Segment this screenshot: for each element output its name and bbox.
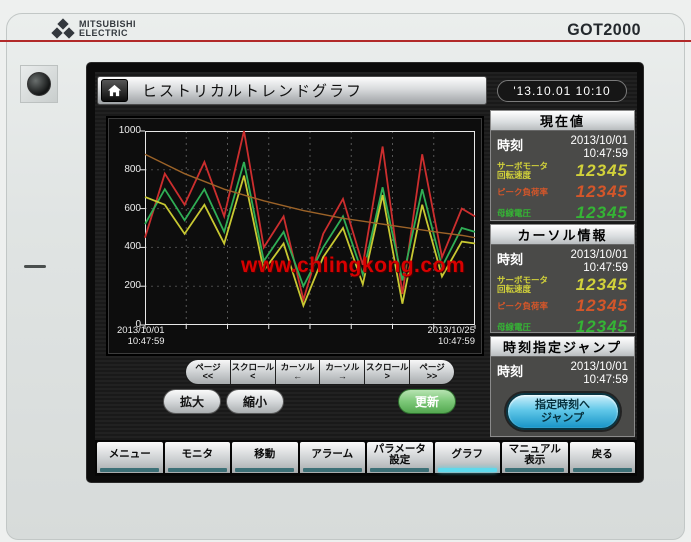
refresh-button[interactable]: 更新 bbox=[398, 389, 456, 414]
value-row: ピーク負荷率 12345 bbox=[497, 296, 628, 316]
y-tick-label: 1000 bbox=[111, 125, 141, 136]
zoom-out-button[interactable]: 縮小 bbox=[226, 389, 284, 414]
three-diamond-icon bbox=[52, 19, 74, 39]
time-value: 2013/10/0110:47:59 bbox=[570, 249, 628, 274]
current-value-panel: 現在値 時刻 2013/10/0110:47:59 サーボモータ回転速度 123… bbox=[490, 110, 635, 221]
x-axis-end-label: 2013/10/2510:47:59 bbox=[427, 326, 475, 348]
scroll-forward-button[interactable]: スクロール> bbox=[365, 360, 410, 384]
jump-to-time-button[interactable]: 指定時刻へ ジャンプ bbox=[506, 393, 620, 430]
brand-line2: ELECTRIC bbox=[79, 29, 136, 38]
y-tick-label: 400 bbox=[111, 241, 141, 252]
menu-button-manual-display[interactable]: マニュアル表示 bbox=[502, 442, 568, 473]
panel-header: カーソル情報 bbox=[491, 225, 634, 245]
bezel-accent-line bbox=[0, 40, 691, 42]
front-sensor-frame bbox=[20, 65, 58, 103]
time-jump-panel: 時刻指定ジャンプ 時刻 2013/10/0110:47:59 指定時刻へ ジャン… bbox=[490, 336, 635, 437]
cursor-info-panel: カーソル情報 時刻 2013/10/0110:47:59 サーボモータ回転速度 … bbox=[490, 224, 635, 333]
cursor-right-button[interactable]: カーソル→ bbox=[320, 360, 365, 384]
system-clock: '13.10.01 10:10 bbox=[497, 80, 627, 102]
time-label: 時刻 bbox=[497, 135, 523, 154]
bottom-menu-bar: メニュー モニタ 移動 アラーム パラメータ設定 グラフ マニュアル表示 戻る bbox=[95, 440, 637, 476]
time-value: 2013/10/0110:47:59 bbox=[570, 135, 628, 160]
menu-button-move[interactable]: 移動 bbox=[232, 442, 298, 473]
scroll-back-button[interactable]: スクロール< bbox=[231, 360, 276, 384]
value-row: 母線電圧 12345 bbox=[497, 203, 628, 223]
time-label: 時刻 bbox=[497, 249, 523, 268]
watermark-text: www.chlingkong.com bbox=[241, 254, 465, 278]
time-value: 2013/10/0110:47:59 bbox=[570, 361, 628, 386]
menu-button-menu[interactable]: メニュー bbox=[97, 442, 163, 473]
value-row: ピーク負荷率 12345 bbox=[497, 182, 628, 202]
mitsubishi-logo: MITSUBISHI ELECTRIC bbox=[52, 19, 136, 39]
cursor-left-button[interactable]: カーソル← bbox=[276, 360, 321, 384]
y-tick-label: 600 bbox=[111, 203, 141, 214]
x-axis-start-label: 2013/10/0110:47:59 bbox=[117, 326, 165, 348]
page-title: ヒストリカルトレンドグラフ bbox=[142, 80, 363, 101]
value-row: サーボモータ回転速度 12345 bbox=[497, 161, 628, 181]
front-sensor-button bbox=[27, 72, 51, 96]
panel-header: 時刻指定ジャンプ bbox=[491, 337, 634, 357]
trend-chart: 02004006008001000 2013/10/0110:47:59 201… bbox=[108, 118, 482, 354]
menu-button-graph[interactable]: グラフ bbox=[435, 442, 501, 473]
y-tick-label: 200 bbox=[111, 280, 141, 291]
zoom-in-button[interactable]: 拡大 bbox=[163, 389, 221, 414]
menu-button-back[interactable]: 戻る bbox=[570, 442, 636, 473]
got2000-device: MITSUBISHI ELECTRIC GOT2000 ヒストリカルトレンドグラ… bbox=[0, 0, 691, 542]
home-icon bbox=[107, 84, 122, 97]
home-button[interactable] bbox=[101, 79, 128, 102]
panel-header: 現在値 bbox=[491, 111, 634, 131]
title-bar: ヒストリカルトレンドグラフ bbox=[97, 76, 487, 105]
time-label: 時刻 bbox=[497, 361, 523, 380]
trend-chart-svg bbox=[109, 119, 483, 355]
page-back-button[interactable]: ページ<< bbox=[186, 360, 231, 384]
hmi-display: ヒストリカルトレンドグラフ '13.10.01 10:10 0200400600… bbox=[95, 72, 637, 476]
menu-button-parameter-setting[interactable]: パラメータ設定 bbox=[367, 442, 433, 473]
menu-button-alarm[interactable]: アラーム bbox=[300, 442, 366, 473]
value-row: サーボモータ回転速度 12345 bbox=[497, 275, 628, 295]
trend-nav-buttons: ページ<< スクロール< カーソル← カーソル→ スクロール> ページ>> bbox=[185, 359, 455, 385]
page-forward-button[interactable]: ページ>> bbox=[410, 360, 454, 384]
value-row: 母線電圧 12345 bbox=[497, 317, 628, 337]
y-tick-label: 800 bbox=[111, 164, 141, 175]
menu-button-monitor[interactable]: モニタ bbox=[165, 442, 231, 473]
got2000-logo: GOT2000 bbox=[567, 22, 641, 41]
bezel-marking bbox=[24, 265, 46, 268]
